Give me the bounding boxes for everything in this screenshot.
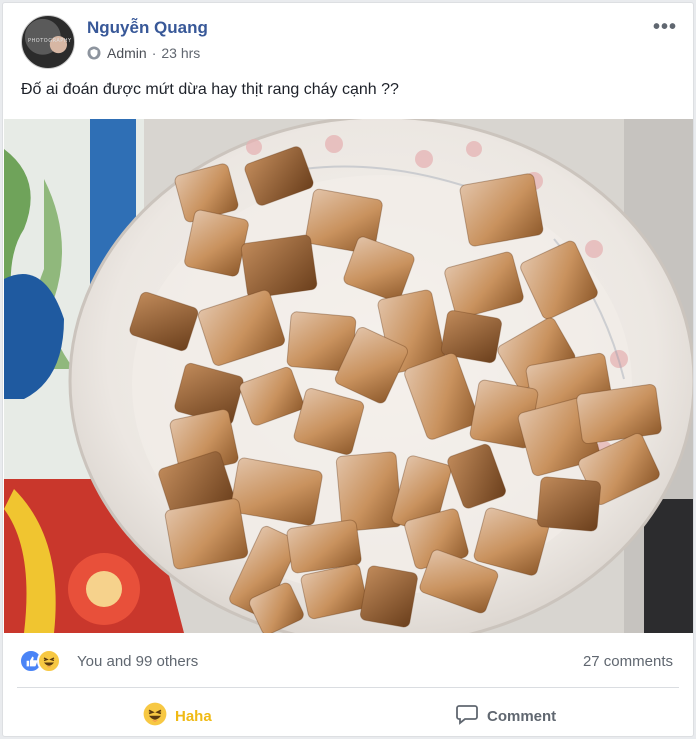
post-header: PHOTOGRAPHY Nguyễn Quang Admin · 23 hrs …: [3, 3, 693, 73]
laughing-face-icon: [37, 649, 61, 673]
haha-label: Haha: [175, 707, 212, 725]
comment-button[interactable]: Comment: [455, 701, 556, 731]
admin-label: Admin: [107, 45, 147, 61]
separator-dot: ·: [151, 45, 157, 61]
post-text: Đố ai đoán được mứt dừa hay thịt rang ch…: [21, 81, 399, 98]
post-time[interactable]: 23 hrs: [161, 45, 200, 61]
avatar[interactable]: PHOTOGRAPHY: [21, 15, 75, 69]
action-bar: Haha Comment: [3, 695, 693, 735]
reactions-bar: You and 99 others 27 comments: [3, 641, 693, 681]
comments-count[interactable]: 27 comments: [583, 653, 673, 670]
reactions-summary[interactable]: You and 99 others: [77, 653, 198, 670]
ellipsis-icon[interactable]: •••: [653, 16, 677, 39]
comment-label: Comment: [487, 707, 557, 725]
avatar-text: PHOTOGRAPHY: [28, 38, 72, 44]
speech-bubble-icon: [455, 702, 479, 730]
reaction-icons[interactable]: [19, 649, 61, 673]
post-photo[interactable]: [4, 119, 693, 633]
shield-icon: [87, 46, 101, 60]
haha-button[interactable]: Haha: [143, 701, 212, 731]
divider: [17, 687, 679, 688]
post-meta: Admin · 23 hrs: [87, 45, 200, 61]
post-card: PHOTOGRAPHY Nguyễn Quang Admin · 23 hrs …: [2, 2, 694, 737]
author-name[interactable]: Nguyễn Quang: [87, 18, 208, 38]
laughing-face-icon: [143, 702, 167, 730]
